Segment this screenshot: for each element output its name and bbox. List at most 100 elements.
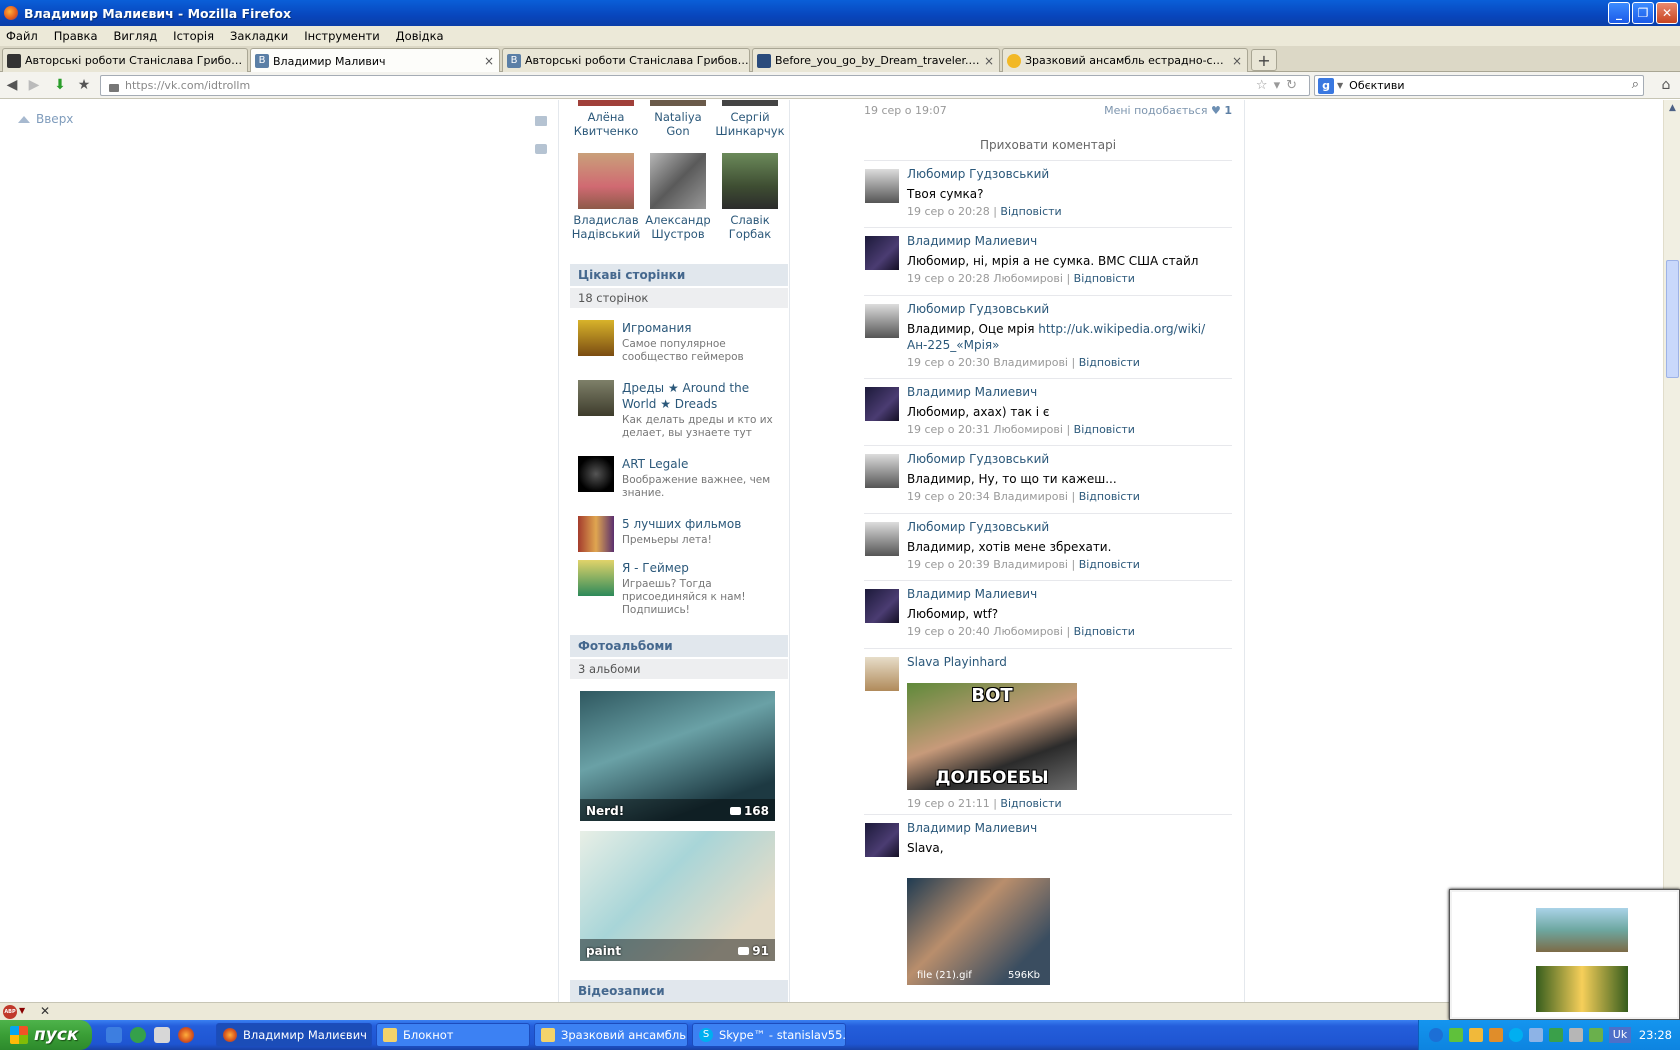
meme-image[interactable]: ВОТ ДОЛБОЕБЫ [907, 683, 1077, 790]
desktop-icon[interactable] [154, 1027, 170, 1043]
commenter-avatar[interactable] [865, 589, 899, 623]
download-icon[interactable]: ⬇ [52, 77, 68, 93]
menu-bookmarks[interactable]: Закладки [230, 29, 288, 43]
menu-history[interactable]: Історія [173, 29, 214, 43]
comment-meta[interactable]: 19 сер о 20:39 Владимирові [907, 558, 1068, 571]
comment-author[interactable]: Любомир Гудзовський [907, 167, 1049, 181]
home-icon[interactable]: ⌂ [1658, 77, 1674, 93]
commenter-avatar[interactable] [865, 823, 899, 857]
friend-item[interactable]: Алёна Квитченко [570, 100, 642, 138]
menu-edit[interactable]: Правка [54, 29, 98, 43]
friend-photo[interactable] [722, 153, 778, 209]
taskbar-skype[interactable]: S Skype™ - stanislav55... [692, 1023, 846, 1047]
comment-meta[interactable]: 19 сер о 20:28 [907, 205, 990, 218]
gif-attachment[interactable]: file (21).gif 596Kb [907, 878, 1050, 985]
message-icon[interactable] [535, 116, 547, 126]
friend-item[interactable]: Славік Горбак [714, 153, 786, 241]
friend-photo[interactable] [650, 153, 706, 209]
tray-volume-icon[interactable] [1569, 1028, 1583, 1042]
friend-item[interactable]: Nataliya Gon [642, 100, 714, 138]
taskbar-folder[interactable]: Зразковий ансамбль... [534, 1023, 688, 1047]
forward-icon[interactable]: ▶ [26, 77, 42, 93]
new-tab-button[interactable]: + [1251, 49, 1277, 71]
commenter-avatar[interactable] [865, 236, 899, 270]
tray-skype-icon[interactable] [1509, 1028, 1523, 1042]
reply-link[interactable]: Відповісти [1000, 205, 1061, 218]
tray-app-icon[interactable] [1589, 1028, 1603, 1042]
friend-item[interactable]: Владислав Надівський [570, 153, 642, 241]
comment-author[interactable]: Любомир Гудзовський [907, 520, 1049, 534]
comment-meta[interactable]: 19 сер о 20:28 Любомирові [907, 272, 1063, 285]
addon-bar-close-icon[interactable]: ✕ [40, 1004, 50, 1018]
hide-comments-link[interactable]: Приховати коментарі [864, 138, 1232, 152]
tray-utorrent-icon[interactable] [1549, 1028, 1563, 1042]
menu-help[interactable]: Довідка [396, 29, 444, 43]
reply-link[interactable]: Відповісти [1074, 272, 1135, 285]
tab-3[interactable]: B Авторські роботи Станіслава Грибовича [502, 48, 750, 72]
tab-5[interactable]: Зразковий ансамбль естрадно-спорти... × [1002, 48, 1248, 72]
scroll-up-link[interactable]: Вверх [18, 112, 73, 126]
comment-author[interactable]: Владимир Малиевич [907, 385, 1037, 399]
tab-1[interactable]: Авторські роботи Станіслава Грибовича [2, 48, 248, 72]
reply-link[interactable]: Відповісти [1074, 625, 1135, 638]
vertical-scrollbar[interactable]: ▲ [1663, 100, 1680, 1002]
reply-link[interactable]: Відповісти [1074, 423, 1135, 436]
comment-meta[interactable]: 19 сер о 20:40 Любомирові [907, 625, 1063, 638]
minimize-button[interactable]: _ [1608, 2, 1630, 24]
page-avatar[interactable] [578, 516, 614, 552]
adblock-icon[interactable]: ABP [3, 1005, 17, 1019]
url-bar-buttons[interactable]: ☆▾↻ [1256, 78, 1303, 93]
page-name[interactable]: Дреды ★ Around the World ★ Dreads [622, 380, 782, 412]
comment-author[interactable]: Slava Playinhard [907, 655, 1007, 669]
page-name[interactable]: Игромания [622, 320, 782, 336]
google-icon[interactable]: g [1318, 77, 1334, 94]
pages-section-title[interactable]: Цікаві сторінки [570, 264, 788, 286]
commenter-avatar[interactable] [865, 522, 899, 556]
commenter-avatar[interactable] [865, 304, 899, 338]
commenter-avatar[interactable] [865, 387, 899, 421]
page-avatar[interactable] [578, 320, 614, 356]
menu-tools[interactable]: Інструменти [304, 29, 379, 43]
tray-app-icon[interactable] [1529, 1028, 1543, 1042]
page-avatar[interactable] [578, 560, 614, 596]
tray-network-icon[interactable] [1449, 1028, 1463, 1042]
friend-photo[interactable] [650, 100, 706, 106]
commenter-avatar[interactable] [865, 169, 899, 203]
close-window-button[interactable]: ✕ [1656, 2, 1678, 24]
tab-close-icon[interactable]: × [1230, 54, 1244, 68]
page-avatar[interactable] [578, 380, 614, 416]
post-date[interactable]: 19 сер о 19:07 [864, 104, 947, 117]
reply-link[interactable]: Відповісти [1000, 797, 1061, 810]
commenter-avatar[interactable] [865, 454, 899, 488]
restore-button[interactable]: ❐ [1632, 2, 1654, 24]
comment-author[interactable]: Любомир Гудзовський [907, 302, 1049, 316]
adblock-dropdown-icon[interactable]: ▼ [19, 1006, 25, 1015]
album-item[interactable]: paint 91 [580, 831, 775, 961]
url-bar[interactable]: https://vk.com/idtrollm ☆▾↻ [100, 75, 1310, 96]
albums-section-title[interactable]: Фотоальбоми [570, 635, 788, 657]
comment-author[interactable]: Владимир Малиевич [907, 234, 1037, 248]
comment-author[interactable]: Владимир Малиевич [907, 821, 1037, 835]
comment-author[interactable]: Любомир Гудзовський [907, 452, 1049, 466]
tab-2[interactable]: B Владимир Маливич × [250, 48, 500, 73]
comment-meta[interactable]: 19 сер о 21:11 [907, 797, 990, 810]
videos-section-title[interactable]: Відеозаписи [570, 980, 788, 1002]
search-icon[interactable]: ⌕ [1632, 77, 1639, 92]
tab-4[interactable]: Before_you_go_by_Dream_traveler.jpg ... … [752, 48, 1000, 72]
taskbar-firefox[interactable]: Владимир Малиєвич ... [216, 1023, 372, 1047]
tray-arrow-icon[interactable] [1429, 1028, 1443, 1042]
friend-item[interactable]: Александр Шустров [642, 153, 714, 241]
taskbar-thumbnail-preview[interactable] [1449, 889, 1680, 1020]
friend-photo[interactable] [578, 153, 634, 209]
commenter-avatar[interactable] [865, 657, 899, 691]
menu-file[interactable]: Файл [6, 29, 38, 43]
menu-view[interactable]: Вигляд [114, 29, 158, 43]
ie-icon[interactable] [106, 1027, 122, 1043]
page-name[interactable]: Я - Геймер [622, 560, 782, 576]
start-button[interactable]: пуск [0, 1020, 92, 1050]
friend-photo[interactable] [722, 100, 778, 106]
back-icon[interactable]: ◀ [4, 77, 20, 93]
friend-item[interactable]: Сергій Шинкарчук [714, 100, 786, 138]
like-button[interactable]: Мені подобається ♥ 1 [1104, 104, 1232, 117]
tray-app-icon[interactable] [1469, 1028, 1483, 1042]
